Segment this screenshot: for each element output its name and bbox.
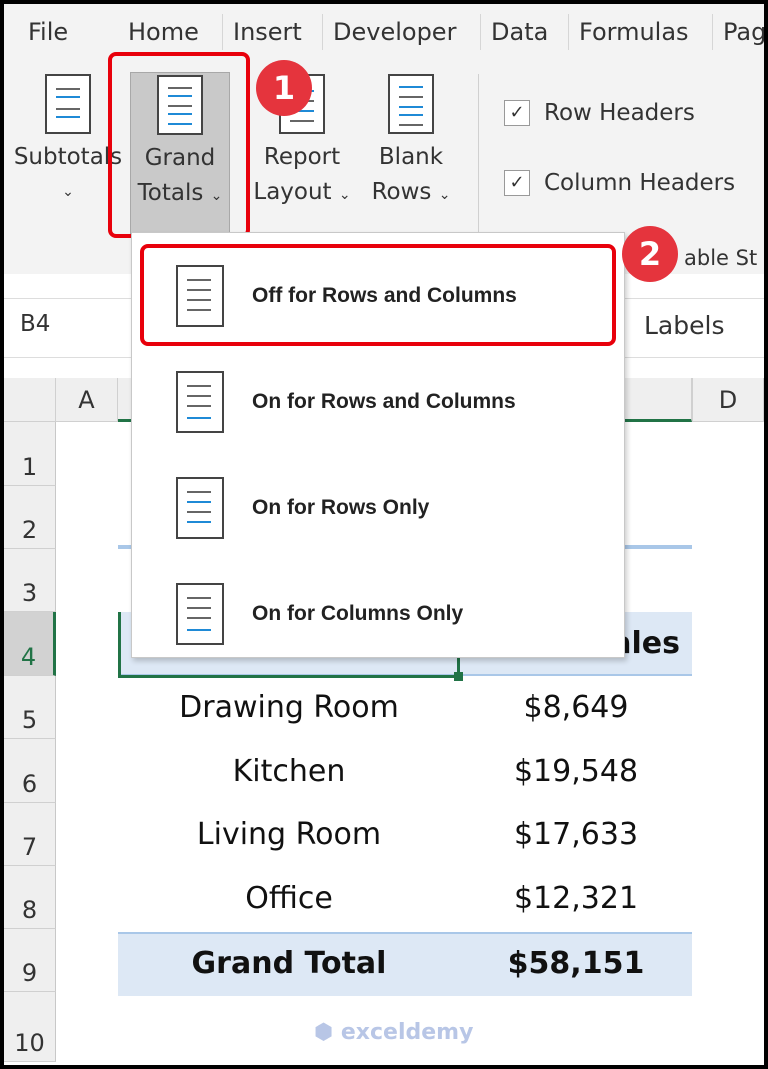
pivot-row-value: $19,548 (513, 753, 639, 789)
row-headers-label: Row Headers (544, 100, 695, 126)
column-headers-label: Column Headers (544, 170, 736, 196)
group-label: able St (684, 246, 758, 270)
excel-window: File Home Insert Developer Data Formulas… (4, 4, 764, 1065)
row-header-10[interactable]: 10 (4, 992, 56, 1062)
row-header-2[interactable]: 2 (4, 486, 56, 549)
report-layout-label-1: Report (263, 144, 341, 170)
tab-data[interactable]: Data (480, 14, 558, 50)
formula-content[interactable]: Labels (644, 311, 724, 340)
row-header-4[interactable]: 4 (4, 612, 56, 676)
pivot-row-value: $8,649 (523, 690, 629, 725)
tab-file[interactable]: File (18, 14, 78, 50)
tab-insert[interactable]: Insert (222, 14, 312, 50)
grand-total-row: Grand Total $58,151 (118, 932, 692, 996)
row-header-3[interactable]: 3 (4, 549, 56, 612)
column-header-a[interactable]: A (56, 378, 118, 422)
pivot-row-label: Living Room (196, 817, 382, 852)
tab-page-layout[interactable]: Pag (712, 14, 764, 50)
row-header-6[interactable]: 6 (4, 739, 56, 803)
tab-developer[interactable]: Developer (322, 14, 466, 50)
callout-2: 2 (622, 226, 678, 282)
grand-totals-rows-icon (176, 477, 224, 539)
blank-rows-label-2: Rows (371, 179, 432, 205)
column-headers-checkbox[interactable]: ✓ Column Headers (504, 170, 735, 196)
pivot-row-label: Kitchen (232, 753, 346, 789)
grand-total-value: $58,151 (507, 946, 645, 981)
blank-rows-label-1: Blank (378, 144, 444, 170)
menu-item-label: On for Columns Only (252, 602, 464, 625)
subtotals-icon (45, 74, 91, 134)
checkmark-icon: ✓ (504, 100, 530, 126)
grand-total-label: Grand Total (191, 946, 387, 981)
pivot-row-value: $12,321 (513, 880, 639, 916)
row-header-1[interactable]: 1 (4, 422, 56, 486)
menu-item-label: On for Rows Only (252, 496, 430, 519)
blank-rows-button[interactable]: Blank Rows ⌄ (366, 74, 456, 213)
row-header-8[interactable]: 8 (4, 866, 56, 929)
menu-item-on-rows-columns[interactable]: On for Rows and Columns (132, 349, 626, 455)
name-box[interactable]: B4 (20, 311, 50, 337)
fill-handle[interactable] (454, 672, 463, 681)
highlight-off-option (140, 244, 616, 346)
blank-rows-icon (388, 74, 434, 134)
grand-totals-on-icon (176, 371, 224, 433)
column-header-d[interactable]: D (692, 378, 764, 422)
select-all-corner[interactable] (4, 378, 56, 422)
report-layout-label-2: Layout (253, 179, 332, 205)
pivot-row-value: $17,633 (513, 817, 639, 852)
tab-home[interactable]: Home (118, 14, 209, 50)
callout-1: 1 (256, 60, 312, 116)
menu-item-label: On for Rows and Columns (252, 390, 516, 413)
pivot-row-label: Office (245, 880, 333, 916)
row-header-7[interactable]: 7 (4, 803, 56, 866)
grand-totals-columns-icon (176, 583, 224, 645)
menu-item-on-rows-only[interactable]: On for Rows Only (132, 455, 626, 561)
watermark-logo: ⬢ exceldemy (314, 1020, 474, 1045)
checkmark-icon: ✓ (504, 170, 530, 196)
group-divider (478, 74, 479, 244)
chevron-down-icon: ⌄ (338, 187, 351, 203)
pivot-row-label: Drawing Room (179, 690, 399, 725)
tab-formulas[interactable]: Formulas (568, 14, 699, 50)
row-header-9[interactable]: 9 (4, 929, 56, 992)
highlight-grand-totals (108, 52, 250, 238)
menu-item-on-columns-only[interactable]: On for Columns Only (132, 561, 626, 667)
row-header-5[interactable]: 5 (4, 676, 56, 739)
chevron-down-icon: ⌄ (438, 187, 451, 203)
row-headers-checkbox[interactable]: ✓ Row Headers (504, 100, 695, 126)
